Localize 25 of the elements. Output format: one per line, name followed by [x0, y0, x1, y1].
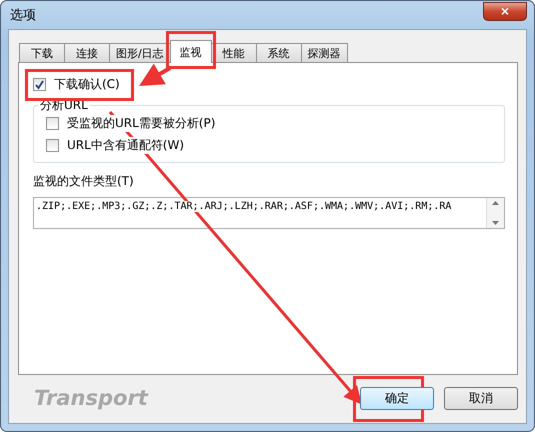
ok-button[interactable]: 确定	[360, 386, 434, 410]
annotation-box	[166, 31, 216, 69]
checkbox-label: URL中含有通配符(W)	[67, 136, 184, 154]
annotation-arrow	[139, 64, 171, 86]
tab[interactable]: 系统	[256, 43, 302, 62]
tab[interactable]: 下载	[19, 43, 65, 62]
checkbox-label: 受监视的URL需要被分析(P)	[67, 114, 216, 132]
file-types-field[interactable]: .ZIP;.EXE;.MP3;.GZ;.Z;.TAR;.ARJ;.LZH;.RAR;.ASF;.WMA;.WMV;.AVI;.RM;.RA	[33, 197, 505, 229]
tab[interactable]: 图形/日志	[109, 43, 171, 62]
checkbox-label: 下载确认(C)	[54, 76, 120, 92]
tab[interactable]: 监视	[170, 40, 212, 63]
annotation-box	[353, 376, 424, 422]
scroll-up-icon[interactable]	[492, 201, 499, 205]
window-title: 选项	[9, 7, 36, 24]
tab[interactable]: 连接	[64, 43, 110, 62]
scrollbar[interactable]	[486, 198, 504, 228]
scroll-down-icon[interactable]	[492, 221, 499, 225]
tab[interactable]: 探测器	[300, 43, 348, 62]
close-button[interactable]: ×	[483, 2, 527, 20]
checkbox[interactable]	[46, 138, 59, 152]
checkbox[interactable]	[33, 78, 46, 90]
checkbox[interactable]	[46, 116, 59, 130]
brand-text: Transport	[34, 386, 148, 410]
field-label: 监视的文件类型(T)	[33, 173, 134, 190]
cancel-button[interactable]: 取消	[444, 386, 518, 410]
